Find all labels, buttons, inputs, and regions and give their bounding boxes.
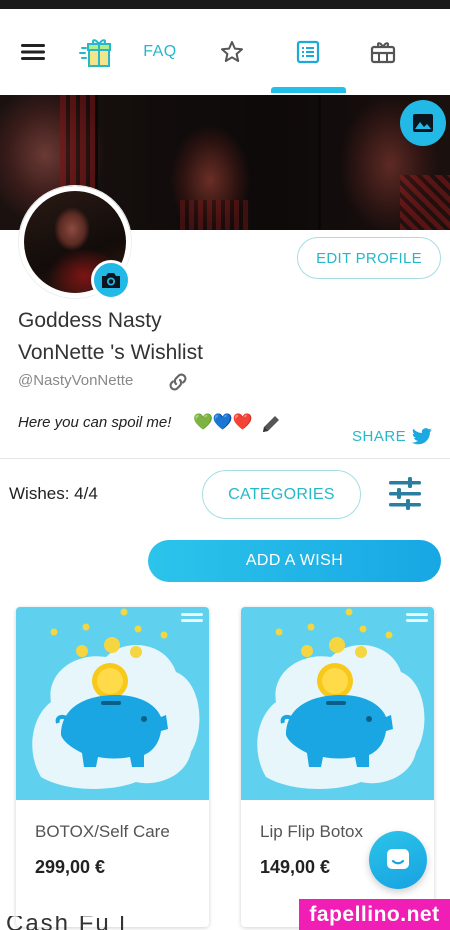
wish-price: 149,00 € (260, 857, 331, 877)
filter-button[interactable] (386, 476, 424, 512)
categories-button[interactable]: CATEGORIES (202, 470, 361, 519)
green-heart-icon: 💚 (193, 414, 213, 431)
red-heart-icon: ❤️ (232, 414, 253, 431)
menu-line (406, 619, 428, 622)
menu-line (406, 613, 428, 616)
twitter-icon (412, 428, 433, 445)
share-label: SHARE (352, 428, 407, 445)
card-menu-button[interactable] (406, 613, 428, 627)
active-tab-indicator (271, 87, 346, 93)
star-icon (221, 41, 243, 62)
chat-icon (387, 849, 409, 869)
wish-image (241, 607, 434, 800)
menu-line (181, 613, 203, 616)
add-wish-button[interactable]: ADD A WISH (148, 540, 441, 582)
copy-link-button[interactable] (166, 370, 190, 394)
wish-title: BOTOX/Self Care (35, 822, 170, 841)
giftbox-icon (370, 42, 396, 64)
link-icon (169, 373, 187, 391)
card-menu-button[interactable] (181, 613, 203, 627)
gifts-nav-button[interactable] (365, 35, 401, 69)
image-icon (413, 114, 433, 132)
menu-line (181, 619, 203, 622)
banner-photo-detail (180, 200, 250, 230)
favorites-nav-button[interactable] (216, 35, 248, 69)
faq-link[interactable]: FAQ (140, 35, 180, 69)
wishes-count: Wishes: 4/4 (9, 484, 98, 503)
menu-icon (21, 44, 45, 60)
sliders-icon (389, 477, 421, 510)
wishlist-title-line2: VonNette 's Wishlist (18, 341, 203, 364)
menu-button[interactable] (18, 35, 48, 69)
username-handle: @NastyVonNette (18, 372, 134, 389)
share-button[interactable]: SHARE (352, 428, 433, 445)
pencil-icon (263, 416, 279, 432)
section-divider (0, 458, 450, 459)
bio-emojis: 💚 💙 ❤️ (193, 414, 253, 432)
piggy-bank-icon (257, 608, 425, 789)
gift-nav-button[interactable] (78, 35, 114, 69)
camera-icon (102, 273, 120, 288)
banner-divider (318, 95, 321, 230)
wishlist-title: Goddess Nasty VonNette 's Wishlist (18, 305, 278, 369)
gift-icon (79, 39, 111, 67)
banner-photo-detail (400, 175, 450, 230)
chat-button[interactable] (369, 831, 427, 889)
edit-bio-button[interactable] (260, 413, 282, 435)
wish-image (16, 607, 209, 800)
piggy-bank-icon (32, 608, 200, 789)
wishlist-nav-button[interactable] (290, 35, 326, 69)
bio-text: Here you can spoil me! (18, 414, 172, 431)
watermark: fapellino.net (299, 899, 450, 930)
edit-profile-button[interactable]: EDIT PROFILE (297, 237, 441, 279)
wish-price: 299,00 € (35, 857, 106, 877)
status-bar (0, 0, 450, 9)
list-icon (296, 40, 320, 64)
top-navigation: FAQ (0, 9, 450, 95)
wishlist-title-line1: Goddess Nasty (18, 309, 162, 332)
wish-title: Lip Flip Botox (260, 822, 363, 841)
blue-heart-icon: 💙 (212, 414, 233, 431)
wish-card[interactable]: BOTOX/Self Care 299,00 € (16, 607, 209, 927)
section-heading-partial: Cash Fu l (6, 916, 127, 930)
change-cover-button[interactable] (400, 100, 446, 146)
change-avatar-button[interactable] (91, 260, 131, 300)
